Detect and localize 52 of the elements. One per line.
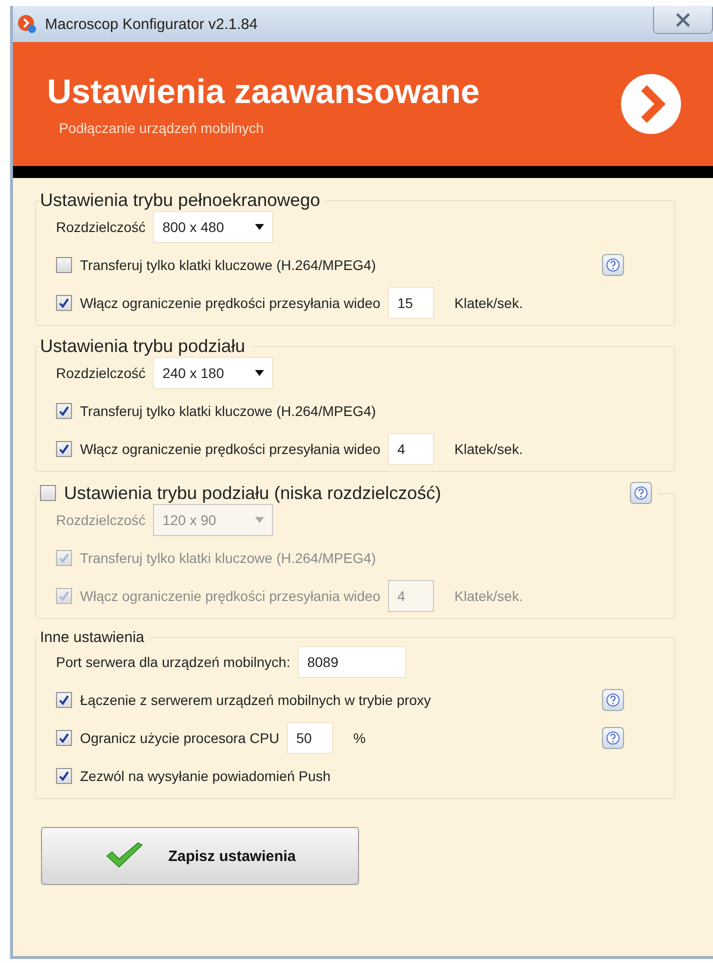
checkbox-label: Włącz ograniczenie prędkości przesyłania wideo <box>80 441 380 457</box>
unit-label: % <box>353 730 366 746</box>
unit-label: Klatek/sek. <box>454 588 523 604</box>
window-title: Macroscop Konfigurator v2.1.84 <box>45 16 258 32</box>
checkbox-label: Transferuj tylko klatki kluczowe (H.264/MPEG4) <box>80 550 376 566</box>
field-label: Rozdzielczość <box>56 512 146 528</box>
group-title: Inne ustawienia <box>40 629 144 646</box>
checkbox-label: Ogranicz użycie procesora CPU <box>80 730 280 746</box>
checkbox[interactable] <box>56 257 72 273</box>
question-icon <box>606 258 620 272</box>
app-icon <box>17 14 37 34</box>
group-title: Ustawienia trybu podziału <box>40 336 246 357</box>
number-field[interactable]: 4 <box>388 433 434 465</box>
field-label: Port serwera dla urządzeń mobilnych: <box>56 654 290 670</box>
close-button[interactable] <box>653 6 713 34</box>
group-title: Ustawienia trybu podziału (niska rozdzielczość) <box>64 482 442 504</box>
dropdown-arrow-icon <box>255 224 264 230</box>
checkbox-label: Transferuj tylko klatki kluczowe (H.264/MPEG4) <box>80 257 376 273</box>
number-field[interactable]: 15 <box>388 287 434 319</box>
checkbox[interactable] <box>56 768 72 784</box>
header-title: Ustawienia zaawansowane <box>47 72 480 112</box>
field-label: Rozdzielczość <box>56 219 146 235</box>
port-field[interactable]: 8089 <box>298 646 406 678</box>
help-button[interactable] <box>602 254 624 276</box>
resolution-dropdown[interactable]: 800 x 480 <box>153 211 274 243</box>
unit-label: Klatek/sek. <box>454 295 523 311</box>
checkbox[interactable] <box>56 692 72 708</box>
checkbox[interactable] <box>56 295 72 311</box>
help-button[interactable] <box>602 689 624 711</box>
help-button[interactable] <box>602 727 624 749</box>
checkbox-label: Włącz ograniczenie prędkości przesyłania wideo <box>80 295 380 311</box>
dropdown-arrow-icon <box>255 370 264 376</box>
unit-label: Klatek/sek. <box>454 441 523 457</box>
save-button[interactable]: Zapisz ustawienia <box>41 827 359 885</box>
header-subtitle: Podłączanie urządzeń mobilnych <box>59 120 265 136</box>
checkbox[interactable] <box>56 403 72 419</box>
close-icon <box>675 12 691 26</box>
checkbox[interactable] <box>56 730 72 746</box>
checkbox-label: Łączenie z serwerem urządzeń mobilnych w trybie proxy <box>80 692 431 708</box>
question-icon <box>634 486 648 500</box>
resolution-dropdown[interactable]: 240 x 180 <box>153 357 274 389</box>
checkbox-label: Transferuj tylko klatki kluczowe (H.264/MPEG4) <box>80 403 376 419</box>
checkmark-icon <box>104 842 144 870</box>
dropdown-arrow-icon <box>255 517 264 523</box>
checkbox-label: Zezwól na wysyłanie powiadomień Push <box>80 768 331 784</box>
checkbox-label: Włącz ograniczenie prędkości przesyłania wideo <box>80 588 380 604</box>
field-label: Rozdzielczość <box>56 365 146 381</box>
number-field[interactable]: 50 <box>287 722 334 754</box>
checkbox[interactable] <box>56 441 72 457</box>
question-icon <box>606 731 620 745</box>
question-icon <box>606 693 620 707</box>
group-title: Ustawienia trybu pełnoekranowego <box>40 190 320 211</box>
